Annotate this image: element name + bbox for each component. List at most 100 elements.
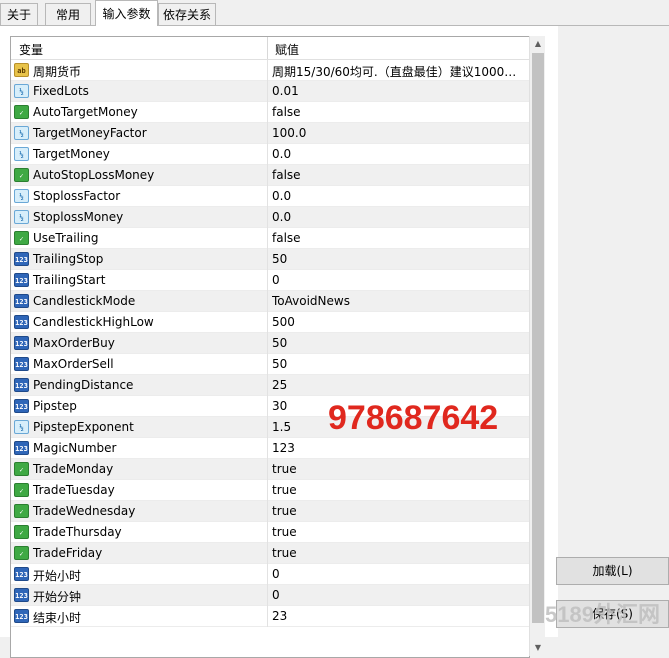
table-row[interactable]: ✓ AutoStopLossMoney false (11, 165, 529, 186)
parameter-value[interactable]: 50 (272, 357, 524, 371)
table-row[interactable]: ½ TargetMoney 0.0 (11, 144, 529, 165)
parameter-value[interactable]: 100.0 (272, 126, 524, 140)
cell-divider (267, 165, 268, 186)
parameter-name: Pipstep (33, 399, 77, 413)
parameter-value[interactable]: true (272, 525, 524, 539)
parameter-name: 开始分钟 (33, 590, 82, 604)
parameter-name: StoplossFactor (33, 189, 121, 203)
parameter-value[interactable]: 0.0 (272, 189, 524, 203)
table-row[interactable]: 123 TrailingStop 50 (11, 249, 529, 270)
table-row[interactable]: 123 MagicNumber 123 (11, 438, 529, 459)
column-header-value[interactable]: 赋值 (275, 41, 299, 58)
table-row[interactable]: 123 开始分钟 0 (11, 585, 529, 606)
table-row[interactable]: 123 TrailingStart 0 (11, 270, 529, 291)
parameter-name: UseTrailing (33, 231, 99, 245)
table-row[interactable]: ✓ TradeTuesday true (11, 480, 529, 501)
parameter-value[interactable]: 50 (272, 336, 524, 350)
column-header-variable[interactable]: 变量 (19, 41, 43, 58)
table-row[interactable]: ½ TargetMoneyFactor 100.0 (11, 123, 529, 144)
scrollbar-thumb[interactable] (532, 53, 544, 623)
table-row[interactable]: ½ StoplossFactor 0.0 (11, 186, 529, 207)
vertical-scrollbar[interactable]: ▲ ▼ (529, 36, 545, 656)
double-type-icon: ½ (14, 210, 29, 224)
cell-divider (267, 480, 268, 501)
parameter-value[interactable]: true (272, 546, 524, 560)
parameter-name: TradeFriday (33, 546, 103, 560)
double-type-icon: ½ (14, 126, 29, 140)
cell-divider (267, 81, 268, 102)
table-row[interactable]: 123 CandlestickHighLow 500 (11, 312, 529, 333)
parameter-value[interactable]: 500 (272, 315, 524, 329)
table-row[interactable]: ½ StoplossMoney 0.0 (11, 207, 529, 228)
scroll-down-arrow-icon[interactable]: ▼ (530, 640, 546, 656)
parameter-name: 周期货币 (33, 65, 82, 79)
parameter-value[interactable]: ToAvoidNews (272, 294, 524, 308)
parameter-value[interactable]: 50 (272, 252, 524, 266)
parameter-value[interactable]: true (272, 462, 524, 476)
table-row[interactable]: 123 MaxOrderBuy 50 (11, 333, 529, 354)
parameter-value[interactable]: 0 (272, 588, 524, 602)
cell-divider (267, 312, 268, 333)
tab-about[interactable]: 关于 (0, 3, 38, 25)
cell-divider (267, 396, 268, 417)
column-divider[interactable] (267, 37, 268, 59)
cell-divider (267, 102, 268, 123)
parameter-value[interactable]: 0 (272, 273, 524, 287)
table-row[interactable]: 123 MaxOrderSell 50 (11, 354, 529, 375)
parameter-name: TradeThursday (33, 525, 122, 539)
scroll-up-arrow-icon[interactable]: ▲ (530, 36, 546, 52)
parameter-name: StoplossMoney (33, 210, 124, 224)
table-row[interactable]: 123 PendingDistance 25 (11, 375, 529, 396)
cell-divider (267, 522, 268, 543)
cell-divider (267, 228, 268, 249)
table-row[interactable]: ✓ TradeFriday true (11, 543, 529, 564)
table-row[interactable]: ✓ TradeThursday true (11, 522, 529, 543)
table-row[interactable]: ab 周期货币 周期15/30/60均可.（直盘最佳）建议1000跑... (11, 60, 529, 81)
integer-type-icon: 123 (14, 357, 29, 371)
parameter-name: TradeMonday (33, 462, 114, 476)
cell-divider (267, 501, 268, 522)
cell-divider (267, 60, 268, 81)
integer-type-icon: 123 (14, 315, 29, 329)
parameter-value[interactable]: 周期15/30/60均可.（直盘最佳）建议1000跑... (272, 63, 524, 80)
integer-type-icon: 123 (14, 609, 29, 623)
table-row[interactable]: ½ FixedLots 0.01 (11, 81, 529, 102)
tab-dependencies[interactable]: 依存关系 (158, 3, 216, 25)
parameter-name: 开始小时 (33, 569, 82, 583)
cell-divider (267, 291, 268, 312)
integer-type-icon: 123 (14, 336, 29, 350)
parameter-value[interactable]: true (272, 483, 524, 497)
tab-inputs[interactable]: 输入参数 (95, 0, 158, 26)
parameter-name: TrailingStop (33, 252, 104, 266)
parameter-value[interactable]: 123 (272, 441, 524, 455)
parameter-value[interactable]: false (272, 231, 524, 245)
boolean-type-icon: ✓ (14, 231, 29, 245)
tab-common[interactable]: 常用 (45, 3, 91, 25)
parameter-name: PendingDistance (33, 378, 134, 392)
watermark-number: 978687642 (328, 399, 499, 437)
inputs-panel: 变量 赋值 ab 周期货币 周期15/30/60均可.（直盘最佳）建议1000跑..… (0, 26, 558, 658)
parameter-value[interactable]: false (272, 105, 524, 119)
parameter-name: AutoTargetMoney (33, 105, 138, 119)
parameter-value[interactable]: 0.0 (272, 210, 524, 224)
parameter-value[interactable]: 0.0 (272, 147, 524, 161)
tab-bar: 关于 常用 输入参数 依存关系 (0, 0, 669, 26)
parameter-value[interactable]: false (272, 168, 524, 182)
table-row[interactable]: 123 结束小时 23 (11, 606, 529, 627)
parameter-value[interactable]: 0.01 (272, 84, 524, 98)
table-row[interactable]: ✓ UseTrailing false (11, 228, 529, 249)
table-row[interactable]: 123 开始小时 0 (11, 564, 529, 585)
table-row[interactable]: ✓ AutoTargetMoney false (11, 102, 529, 123)
table-row[interactable]: 123 CandlestickMode ToAvoidNews (11, 291, 529, 312)
parameter-value[interactable]: 25 (272, 378, 524, 392)
parameter-value[interactable]: true (272, 504, 524, 518)
site-watermark: 5189外汇网 (545, 602, 660, 627)
parameter-name: TradeWednesday (33, 504, 136, 518)
table-row[interactable]: ✓ TradeWednesday true (11, 501, 529, 522)
parameter-name: TargetMoneyFactor (33, 126, 147, 140)
table-row[interactable]: ✓ TradeMonday true (11, 459, 529, 480)
parameter-name: CandlestickHighLow (33, 315, 154, 329)
load-button[interactable]: 加载(L) (556, 557, 669, 585)
parameter-value[interactable]: 0 (272, 567, 524, 581)
parameter-value[interactable]: 23 (272, 609, 524, 623)
